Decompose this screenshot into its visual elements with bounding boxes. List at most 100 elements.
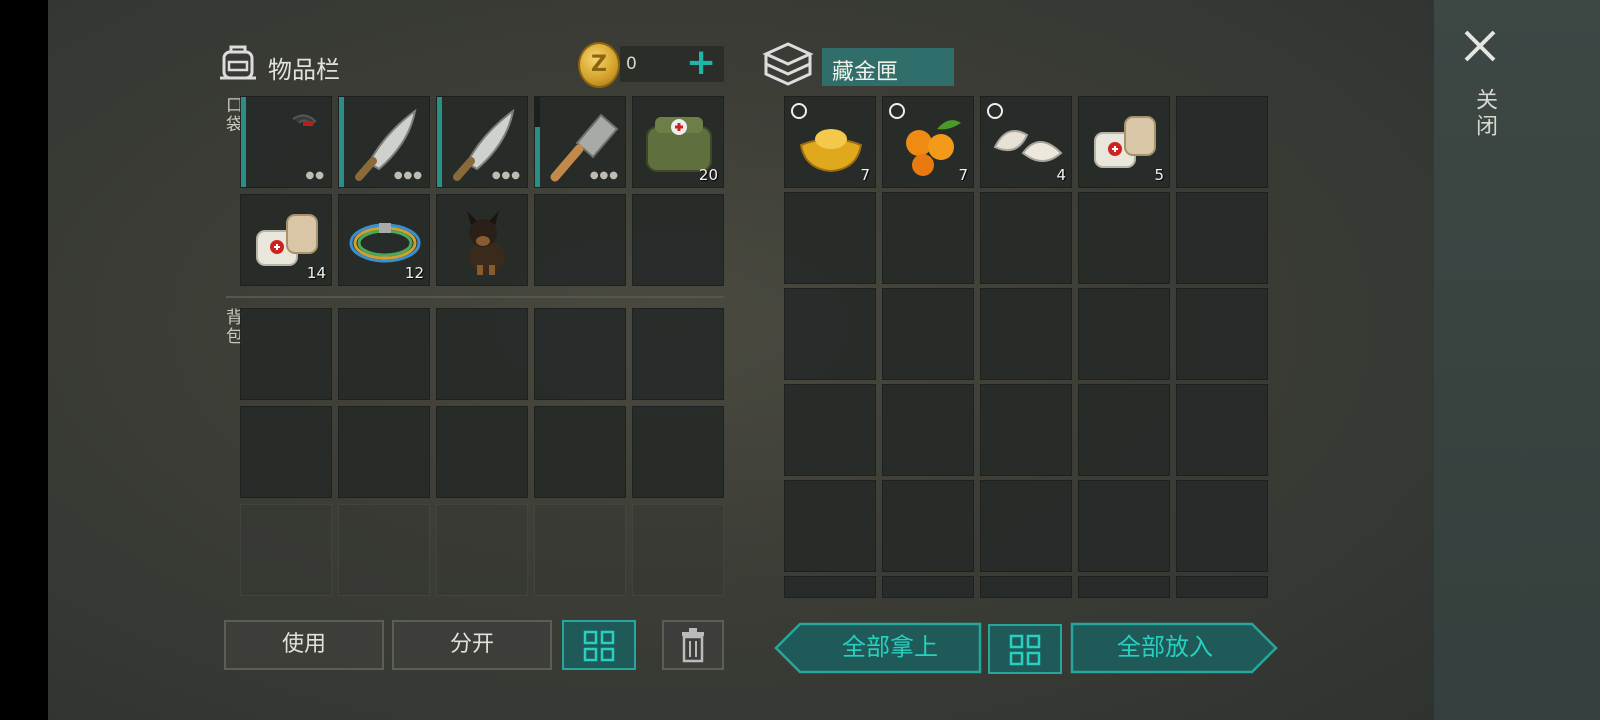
inventory-slot[interactable]: ●●●	[534, 96, 626, 188]
crate-icon	[762, 42, 814, 86]
backpack-slot[interactable]	[534, 308, 626, 400]
container-slot[interactable]	[784, 288, 876, 380]
inventory-slot[interactable]	[534, 194, 626, 286]
item-count: 12	[404, 264, 424, 282]
container-grid: 7 7 4 5	[784, 96, 1268, 598]
pocket-grid: ●● ●●● ●●● ●●● 20 14 12	[240, 96, 724, 286]
locked-slot	[338, 504, 430, 596]
container-slot[interactable]	[1176, 192, 1268, 284]
gold-ingot-icon	[799, 129, 863, 173]
container-slot[interactable]	[980, 576, 1072, 598]
quality-dots: ●●●	[491, 170, 521, 181]
locked-slot	[240, 504, 332, 596]
container-slot[interactable]	[784, 192, 876, 284]
backpack-grid	[240, 308, 724, 596]
durability-bar	[437, 97, 442, 187]
container-slot[interactable]	[784, 480, 876, 572]
backpack-slot[interactable]	[240, 406, 332, 498]
locked-slot	[534, 504, 626, 596]
close-label[interactable]: 关闭	[1468, 88, 1500, 140]
item-count: 7	[860, 166, 870, 184]
container-slot[interactable]	[882, 480, 974, 572]
backpack-slot[interactable]	[632, 308, 724, 400]
inventory-slot[interactable]: ●●	[240, 96, 332, 188]
container-slot[interactable]	[882, 576, 974, 598]
backpack-slot[interactable]	[534, 406, 626, 498]
take-all-button[interactable]: 全部拿上	[800, 622, 980, 672]
backpack-slot[interactable]	[436, 308, 528, 400]
item-count: 7	[958, 166, 968, 184]
container-slot[interactable]	[1078, 576, 1170, 598]
kumquat-icon	[906, 120, 961, 176]
container-slot[interactable]	[980, 384, 1072, 476]
put-all-button[interactable]: 全部放入	[1070, 622, 1260, 672]
trash-icon	[682, 628, 704, 663]
inventory-slot[interactable]	[632, 194, 724, 286]
container-slot[interactable]	[1078, 192, 1170, 284]
durability-bar	[535, 97, 540, 127]
use-button[interactable]: 使用	[224, 620, 384, 670]
item-count: 20	[698, 166, 718, 184]
durability-bar	[339, 97, 344, 187]
container-slot[interactable]	[882, 384, 974, 476]
inventory-slot[interactable]: ●●●	[338, 96, 430, 188]
container-slot[interactable]: 4	[980, 96, 1072, 188]
dumplings-icon	[993, 130, 1063, 162]
container-slot[interactable]	[980, 288, 1072, 380]
container-slot[interactable]: 7	[882, 96, 974, 188]
inventory-slot[interactable]: 14	[240, 194, 332, 286]
container-slot[interactable]	[1078, 384, 1170, 476]
container-slot[interactable]: 7	[784, 96, 876, 188]
inventory-slot[interactable]: ●●●	[436, 96, 528, 188]
container-slot[interactable]	[980, 480, 1072, 572]
backpack-slot[interactable]	[240, 308, 332, 400]
backpack-slot[interactable]	[436, 406, 528, 498]
backpack-slot[interactable]	[338, 406, 430, 498]
delete-button[interactable]	[662, 620, 724, 670]
container-name: 藏金匣	[832, 60, 899, 85]
item-count: 4	[1056, 166, 1066, 184]
container-slot[interactable]	[1176, 576, 1268, 598]
coin-icon: Z	[578, 42, 620, 88]
container-slot[interactable]	[784, 384, 876, 476]
bandage-icon	[1094, 116, 1156, 168]
grid-sort-icon	[583, 630, 615, 662]
add-coins-button[interactable]: +	[686, 44, 716, 82]
container-slot[interactable]	[1176, 96, 1268, 188]
locked-slot	[632, 504, 724, 596]
inventory-slot[interactable]	[436, 194, 528, 286]
container-slot[interactable]	[1176, 480, 1268, 572]
container-slot[interactable]	[882, 288, 974, 380]
quality-dots: ●●	[305, 170, 325, 181]
inventory-slot[interactable]: 12	[338, 194, 430, 286]
backpack-slot[interactable]	[632, 406, 724, 498]
quality-dots: ●●●	[589, 170, 619, 181]
coin-value: 0	[626, 54, 637, 74]
backpack-slot[interactable]	[338, 308, 430, 400]
item-count: 5	[1154, 166, 1164, 184]
container-slot[interactable]	[784, 576, 876, 598]
section-divider	[226, 296, 724, 298]
container-slot[interactable]: 5	[1078, 96, 1170, 188]
sort-inventory-button[interactable]	[562, 620, 636, 670]
sort-container-button[interactable]	[988, 624, 1062, 674]
grid-sort-icon	[1009, 634, 1041, 666]
container-slot[interactable]	[1176, 384, 1268, 476]
backpack-icon	[220, 45, 256, 80]
durability-bar	[241, 97, 246, 187]
container-slot[interactable]	[882, 192, 974, 284]
durability-bar	[535, 127, 540, 187]
inventory-slot[interactable]: 20	[632, 96, 724, 188]
inventory-title: 物品栏	[268, 56, 340, 84]
split-button[interactable]: 分开	[392, 620, 552, 670]
quality-dots: ●●●	[393, 170, 423, 181]
container-slot[interactable]	[980, 192, 1072, 284]
item-count: 14	[306, 264, 326, 282]
locked-slot	[436, 504, 528, 596]
puppy-icon	[467, 211, 505, 275]
container-slot[interactable]	[1176, 288, 1268, 380]
container-slot[interactable]	[1078, 288, 1170, 380]
close-icon[interactable]	[1460, 26, 1500, 66]
container-slot[interactable]	[1078, 480, 1170, 572]
side-panel	[1434, 0, 1600, 720]
